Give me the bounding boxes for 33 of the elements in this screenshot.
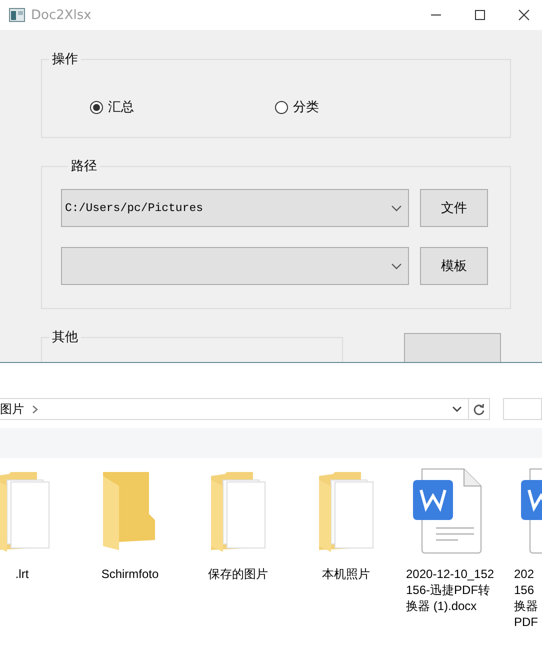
file-name[interactable]: 202 156 换器 PDF [508, 566, 538, 630]
word-document-icon[interactable] [412, 468, 482, 554]
group-title: 操作 [51, 51, 79, 68]
refresh-icon [473, 402, 486, 416]
browse-button[interactable]: 文件 [420, 189, 488, 227]
group-title: 其他 [51, 329, 79, 346]
browse-button[interactable]: 模板 [420, 247, 488, 285]
close-icon[interactable] [518, 9, 530, 21]
file-name[interactable]: 保存的图片 [208, 566, 268, 582]
refresh-button[interactable] [469, 398, 490, 420]
chevron-right-icon [32, 404, 38, 414]
radio-option[interactable]: 汇总 [90, 98, 275, 116]
search-field[interactable] [502, 398, 542, 420]
path-dropdown[interactable]: C:/Users/pc/Pictures [61, 189, 409, 227]
file-name[interactable]: 本机照片 [322, 566, 370, 582]
address-bar[interactable]: 图片 [0, 398, 470, 420]
radio-option[interactable]: 分类 [275, 98, 460, 116]
app-icon [9, 8, 25, 22]
dropdown-value: C:/Users/pc/Pictures [65, 202, 204, 214]
radio-icon[interactable] [90, 100, 103, 114]
breadcrumb-item[interactable]: 图片 [0, 400, 24, 418]
radio-label: 汇总 [108, 99, 134, 116]
chevron-down-icon [391, 204, 402, 212]
radio-icon[interactable] [275, 100, 288, 114]
file-name[interactable]: Schirmfoto [101, 566, 159, 582]
radio-label: 分类 [293, 99, 319, 116]
file-name[interactable]: 2020-12-10_152 156-迅捷PDF转 换器 (1).docx [400, 566, 494, 614]
file-name[interactable]: .lrt [15, 566, 29, 582]
chevron-down-icon [391, 262, 402, 270]
group-title: 路径 [70, 158, 98, 175]
window-title: Doc2Xlsx [31, 8, 92, 22]
chevron-down-icon[interactable] [452, 406, 462, 412]
maximize-icon[interactable] [474, 9, 486, 21]
